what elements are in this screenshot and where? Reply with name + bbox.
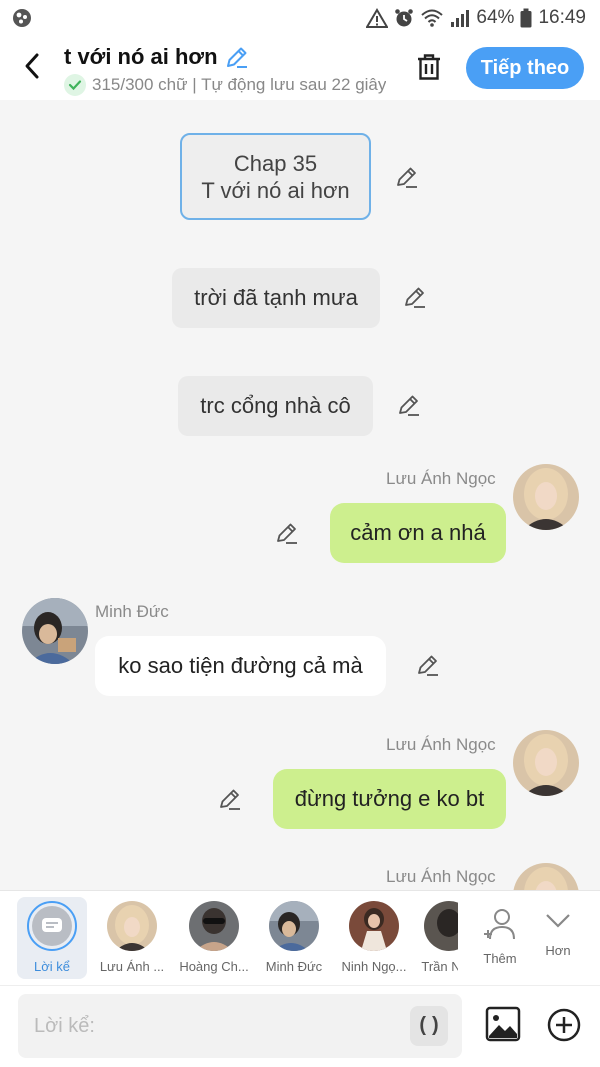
character-hoang-ch[interactable]: Hoàng Ch... <box>174 897 254 979</box>
character-narrator[interactable]: Lời kể <box>17 897 87 979</box>
narrator-icon <box>27 901 77 951</box>
edit-chapter-icon[interactable] <box>394 164 420 190</box>
message-input[interactable] <box>18 994 462 1058</box>
title-row: t với nó ai hơn <box>64 44 250 70</box>
add-icon[interactable] <box>547 1008 581 1042</box>
avatar[interactable] <box>513 464 579 530</box>
sender-name: Lưu Ánh Ngọc <box>386 469 496 488</box>
narration-bubble[interactable]: trc cổng nhà cô <box>178 376 373 436</box>
edit-message-icon[interactable] <box>274 520 300 546</box>
edit-message-icon[interactable] <box>415 652 441 678</box>
character-avatar <box>107 901 157 951</box>
alarm-icon <box>395 9 414 27</box>
save-status: 315/300 chữ | Tự động lưu sau 22 giây <box>64 74 394 96</box>
expand-button[interactable]: Hơn <box>519 897 597 979</box>
character-label: Hơn <box>545 943 571 958</box>
character-ninh-ngoc[interactable]: Ninh Ngọ... <box>334 897 414 979</box>
wifi-icon <box>421 9 444 27</box>
sender-name: Lưu Ánh Ngọc <box>386 867 496 886</box>
trash-icon <box>418 54 440 80</box>
page-title: t với nó ai hơn <box>64 44 218 69</box>
character-label: Minh Đức <box>265 959 323 974</box>
chevron-down-icon <box>546 914 570 928</box>
add-person-icon <box>484 909 515 940</box>
avatar[interactable] <box>22 598 88 664</box>
chapter-card[interactable]: Chap 35 T với nó ai hơn <box>180 133 371 220</box>
status-icons: 64% 16:49 <box>366 6 586 30</box>
sender-name: Minh Đức <box>95 602 169 621</box>
my-message-bubble[interactable]: cảm ơn a nhá <box>330 503 506 563</box>
character-label: Hoàng Ch... <box>179 959 249 974</box>
character-label: Lời kể <box>34 959 70 974</box>
edit-message-icon[interactable] <box>217 786 243 812</box>
chat-area[interactable]: Chap 35 T với nó ai hơn trời đã tạnh mưa… <box>0 100 600 890</box>
image-icon[interactable] <box>485 1006 521 1042</box>
delete-button[interactable] <box>412 50 446 84</box>
parenthesis-button[interactable]: () <box>410 1006 448 1046</box>
back-button[interactable] <box>14 48 50 84</box>
character-label: Ninh Ngọ... <box>341 959 407 974</box>
avatar[interactable] <box>513 730 579 796</box>
edit-title-icon[interactable] <box>224 44 250 70</box>
chapter-number: Chap 35 <box>233 150 318 176</box>
back-arrow-icon <box>25 53 39 79</box>
next-button[interactable]: Tiếp theo <box>466 47 584 89</box>
character-label: Lưu Ánh ... <box>99 959 165 974</box>
battery-icon <box>520 8 532 28</box>
their-message-bubble[interactable]: ko sao tiện đường cả mà <box>95 636 386 696</box>
narration-bubble[interactable]: trời đã tạnh mưa <box>172 268 380 328</box>
edit-narration-icon[interactable] <box>396 392 422 418</box>
battery-percent: 64% <box>476 7 515 28</box>
status-bar: 64% 16:49 <box>0 0 600 36</box>
character-avatar <box>424 901 458 951</box>
character-luu-anh-ngoc[interactable]: Lưu Ánh ... <box>92 897 172 979</box>
header: t với nó ai hơn 315/300 chữ | Tự động lư… <box>0 36 600 100</box>
sender-name: Lưu Ánh Ngọc <box>386 735 496 754</box>
character-avatar <box>349 901 399 951</box>
app-notification-icon <box>13 9 31 27</box>
input-bar: () <box>0 985 600 1067</box>
clock: 16:49 <box>538 7 586 28</box>
character-label: Trần N <box>421 959 458 974</box>
character-avatar <box>189 901 239 951</box>
my-message-bubble[interactable]: đừng tưởng e ko bt <box>273 769 506 829</box>
character-tran-n[interactable]: Trần N <box>414 897 458 979</box>
avatar[interactable] <box>513 863 579 890</box>
signal-icon <box>451 10 470 27</box>
edit-narration-icon[interactable] <box>402 284 428 310</box>
word-count-autosave: 315/300 chữ | Tự động lưu sau 22 giây <box>92 75 387 94</box>
check-icon <box>64 74 86 96</box>
character-minh-duc[interactable]: Minh Đức <box>254 897 334 979</box>
character-label: Thêm <box>483 951 517 966</box>
character-avatar <box>269 901 319 951</box>
chapter-title: T với nó ai hơn <box>201 177 350 203</box>
character-bar: Lời kể Lưu Ánh ... Hoàng Ch... Minh Đức … <box>0 890 600 985</box>
alert-icon <box>366 8 389 28</box>
